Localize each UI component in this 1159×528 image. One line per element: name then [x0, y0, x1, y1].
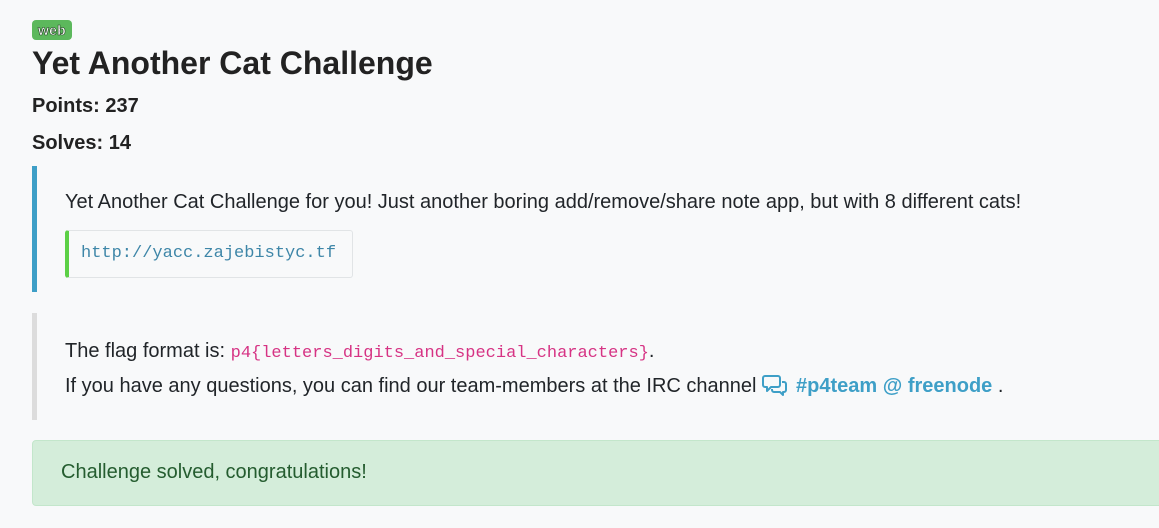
flag-format-suffix: .	[648, 340, 655, 362]
comments-icon	[762, 374, 788, 406]
challenge-description-block: Yet Another Cat Challenge for you! Just …	[32, 166, 1152, 292]
solves-label: Solves: 14	[32, 132, 131, 154]
questions-text: If you have any questions, you can find …	[65, 375, 757, 397]
questions-suffix: .	[997, 375, 1004, 397]
challenge-page: web Yet Another Cat Challenge Points: 23…	[0, 0, 1159, 506]
flag-format-code: p4{letters_digits_and_special_characters…	[230, 344, 649, 363]
flag-format-line: The flag format is: p4{letters_digits_an…	[65, 335, 1152, 370]
solved-alert: Challenge solved, congratulations!	[32, 440, 1159, 506]
points-label: Points: 237	[32, 95, 139, 117]
challenge-title: Yet Another Cat Challenge	[32, 45, 433, 81]
questions-line: If you have any questions, you can find …	[65, 370, 1152, 406]
category-badge: web	[32, 20, 72, 40]
challenge-url-link[interactable]: http://yacc.zajebistyc.tf	[81, 244, 336, 263]
solved-message: Challenge solved, congratulations!	[61, 461, 367, 483]
flag-format-prefix: The flag format is:	[65, 340, 231, 362]
info-block: The flag format is: p4{letters_digits_an…	[32, 313, 1152, 420]
challenge-url-box: http://yacc.zajebistyc.tf	[65, 230, 354, 278]
challenge-description: Yet Another Cat Challenge for you! Just …	[65, 191, 1022, 213]
irc-channel-link[interactable]: #p4team @ freenode	[796, 375, 992, 397]
